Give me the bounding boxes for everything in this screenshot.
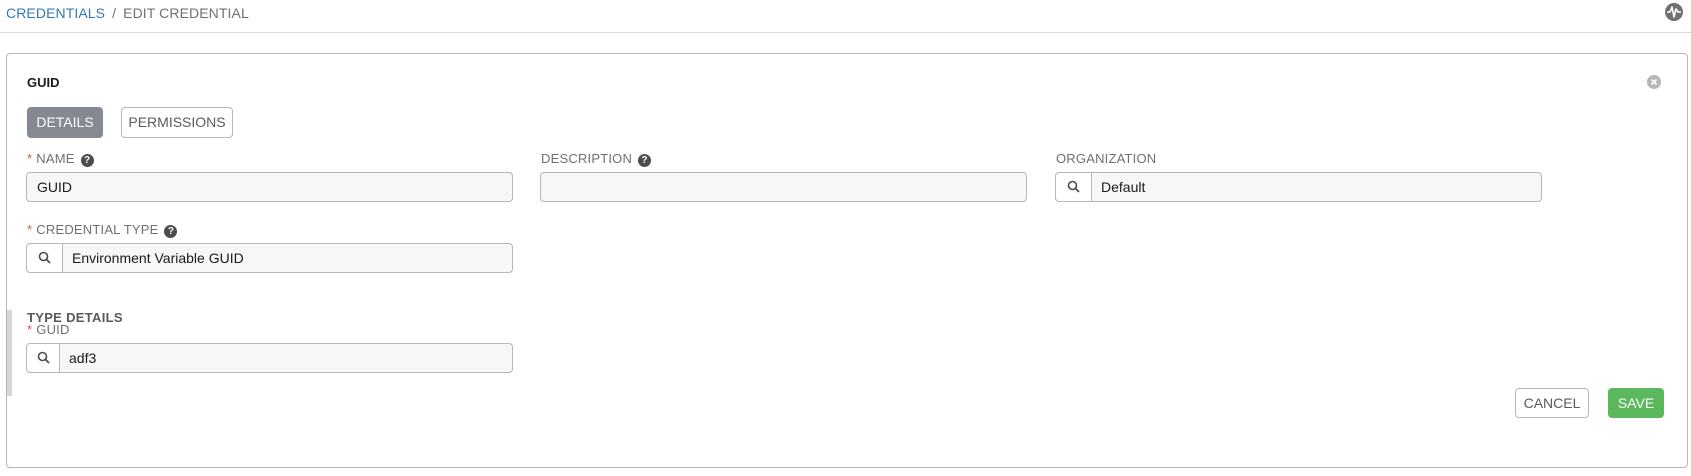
required-mark: * <box>27 222 33 237</box>
credential-form-panel: GUID DETAILS PERMISSIONS * NAME? GUID DES… <box>6 53 1688 468</box>
breadcrumb-credentials-link[interactable]: CREDENTIALS <box>6 5 105 21</box>
description-label: DESCRIPTION? <box>541 151 652 167</box>
organization-input[interactable]: Default <box>1101 173 1533 201</box>
required-mark: * <box>27 151 33 166</box>
description-label-text: DESCRIPTION <box>541 151 633 166</box>
organization-lookup: Default <box>1055 172 1542 202</box>
name-label-text: NAME <box>36 151 75 166</box>
help-icon[interactable]: ? <box>80 154 94 167</box>
help-icon[interactable]: ? <box>164 225 178 238</box>
activity-stream-icon[interactable] <box>1665 3 1683 21</box>
breadcrumb-current: EDIT CREDENTIAL <box>123 5 249 21</box>
search-icon <box>38 251 51 264</box>
type-details-indicator <box>7 310 12 396</box>
save-button[interactable]: SAVE <box>1608 388 1664 418</box>
guid-lookup: adf3 <box>26 343 513 373</box>
guid-search-button[interactable] <box>27 344 60 372</box>
guid-label-text: GUID <box>36 322 70 337</box>
credential-type-label: * CREDENTIAL TYPE? <box>27 222 178 238</box>
credential-type-label-text: CREDENTIAL TYPE <box>36 222 159 237</box>
credential-type-lookup: Environment Variable GUID <box>26 243 513 273</box>
top-bar: CREDENTIALS / EDIT CREDENTIAL <box>0 0 1691 33</box>
search-icon <box>37 351 50 364</box>
cancel-button[interactable]: CANCEL <box>1515 388 1589 418</box>
panel-title: GUID <box>27 75 60 90</box>
name-label: * NAME? <box>27 151 94 167</box>
guid-label: * GUID <box>27 322 70 337</box>
credential-type-search-button[interactable] <box>27 244 63 272</box>
tab-details[interactable]: DETAILS <box>27 107 103 138</box>
credential-type-input[interactable]: Environment Variable GUID <box>72 244 504 272</box>
breadcrumb-separator: / <box>112 5 117 21</box>
help-icon[interactable]: ? <box>638 154 652 167</box>
tab-permissions[interactable]: PERMISSIONS <box>121 107 233 138</box>
organization-label: ORGANIZATION <box>1056 151 1157 166</box>
guid-input[interactable]: adf3 <box>69 344 504 372</box>
search-icon <box>1067 180 1080 193</box>
required-mark: * <box>27 322 33 337</box>
organization-search-button[interactable] <box>1056 173 1092 201</box>
close-icon[interactable] <box>1647 75 1661 89</box>
description-input[interactable] <box>540 172 1027 202</box>
name-input[interactable]: GUID <box>26 172 513 202</box>
breadcrumb: CREDENTIALS / EDIT CREDENTIAL <box>6 5 249 21</box>
